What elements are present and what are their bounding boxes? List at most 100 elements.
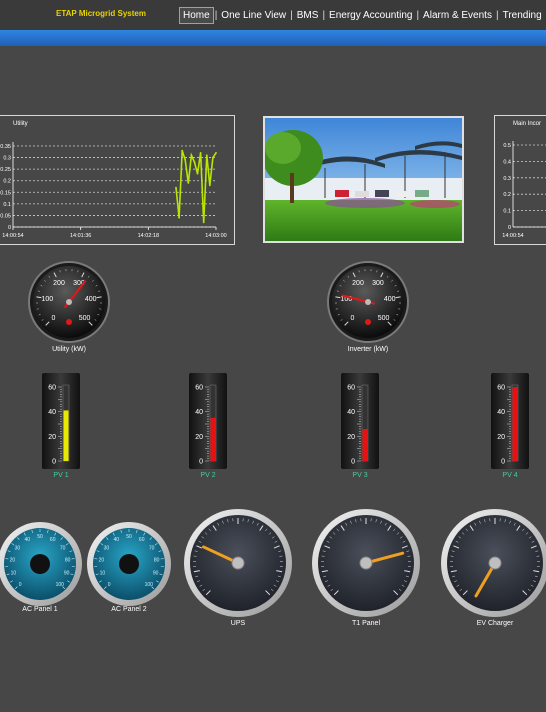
gauge-tick-label: 80 bbox=[65, 558, 71, 564]
main-y-tick-label: 0 bbox=[508, 225, 511, 231]
gauge-tick-label: 20 bbox=[10, 558, 16, 564]
utility-data-point bbox=[212, 156, 214, 159]
utility-x-tick-label: 14:01:36 bbox=[70, 233, 91, 239]
utility-chart-svg: Utility 0.35 0.3 0.25 0.2 0.15 0.1 0.05 0 14:00… bbox=[0, 121, 226, 239]
main-incomer-trend-chart: Main Incor 0.5 0.4 0.3 0.2 0.1 0 14:00:54 bbox=[494, 115, 546, 245]
nav-one-line-view[interactable]: One Line View bbox=[218, 8, 289, 23]
panel-gauge-label: T1 Panel bbox=[351, 620, 381, 627]
gauge-hub bbox=[119, 554, 139, 574]
dial-tick-label: 500 bbox=[378, 315, 390, 322]
panel-gauge bbox=[310, 507, 422, 619]
nav-alarm-events[interactable]: Alarm & Events bbox=[420, 8, 495, 23]
panel-gauge bbox=[439, 507, 546, 619]
dial-tick-label: 200 bbox=[53, 280, 65, 287]
main-chart-title: Main Incor bbox=[513, 121, 541, 127]
thermometer-tick-label: 0 bbox=[351, 459, 355, 466]
gauge-tick-label: 40 bbox=[25, 537, 31, 543]
utility-data-point bbox=[178, 216, 180, 219]
utility-chart-title: Utility bbox=[13, 121, 28, 127]
utility-y-tick-label: 0.3 bbox=[3, 156, 11, 162]
gauge-hub bbox=[231, 556, 245, 570]
thermometer-tick-label: 20 bbox=[347, 434, 355, 441]
thermometer-tick-label: 40 bbox=[48, 409, 56, 416]
panel-gauge: 0 10 20 30 40 50 60 70 80 90 100 bbox=[0, 520, 84, 608]
thermometer-label: PV 3 bbox=[352, 472, 368, 479]
thermometer-gauge: 60 40 20 0 bbox=[189, 373, 227, 469]
gauge-tick-label: 10 bbox=[100, 571, 106, 577]
thermometer-tick-label: 60 bbox=[195, 385, 203, 392]
panel-gauge-label: AC Panel 2 bbox=[111, 606, 147, 613]
panel-gauge-label: UPS bbox=[230, 620, 246, 627]
utility-y-tick-label: 0.05 bbox=[0, 213, 11, 219]
nav-trending[interactable]: Trending bbox=[500, 8, 545, 23]
dial-hub bbox=[365, 299, 371, 305]
utility-y-tick-label: 0.25 bbox=[0, 167, 11, 173]
utility-data-point bbox=[205, 154, 208, 157]
thermometer-tick-label: 20 bbox=[195, 434, 203, 441]
gauge-tick-label: 40 bbox=[114, 537, 120, 543]
utility-y-tick-label: 0.35 bbox=[0, 144, 11, 150]
thermometer-fill bbox=[512, 387, 518, 461]
thermometer-tick-label: 60 bbox=[497, 385, 505, 392]
thermometer-label: PV 2 bbox=[200, 472, 216, 479]
thermometer-svg: 60 40 20 0 bbox=[497, 385, 519, 466]
dial-hub bbox=[66, 299, 72, 305]
main-y-tick-label: 0.5 bbox=[503, 143, 511, 149]
thermometer-svg: 60 40 20 0 bbox=[195, 385, 217, 466]
dial-gauge-svg: 0100200 300400500 bbox=[28, 261, 110, 343]
dial-tick-label: 0 bbox=[51, 315, 55, 322]
utility-data-point bbox=[193, 161, 196, 164]
dial-gauge-svg: 0100200 300400500 bbox=[327, 261, 409, 343]
main-y-tick-label: 0.1 bbox=[503, 209, 511, 215]
dial-tick-label: 500 bbox=[79, 315, 91, 322]
utility-y-tick-label: 0.15 bbox=[0, 190, 11, 196]
utility-x-tick-label: 14:02:18 bbox=[138, 233, 159, 239]
dial-gauge-label: Inverter (kW) bbox=[347, 346, 389, 353]
thermometer-fill bbox=[210, 417, 216, 461]
thermometer-tick-label: 0 bbox=[501, 459, 505, 466]
gauge-tick-label: 10 bbox=[11, 571, 17, 577]
thermometer-svg: 60 40 20 0 bbox=[48, 385, 70, 466]
dial-tick-label: 300 bbox=[372, 280, 384, 287]
site-photo bbox=[263, 116, 464, 243]
gauge-tick-label: 20 bbox=[99, 558, 105, 564]
nav-home[interactable]: Home bbox=[179, 6, 214, 24]
app-title: ETAP Microgrid System bbox=[56, 9, 146, 18]
gauge-tick-label: 60 bbox=[50, 537, 56, 543]
gauge-tick-label: 90 bbox=[64, 571, 70, 577]
gauge-hub bbox=[488, 556, 502, 570]
utility-data-point bbox=[215, 152, 217, 154]
panel-gauge bbox=[182, 507, 294, 619]
dial-indicator bbox=[365, 319, 371, 325]
thermometer-tick-label: 60 bbox=[48, 385, 56, 392]
main-x-tick-label: 14:00:54 bbox=[502, 233, 523, 239]
main-y-tick-label: 0.4 bbox=[503, 159, 511, 165]
thermometer-tick-label: 0 bbox=[52, 459, 56, 466]
thermometer-tick-label: 40 bbox=[347, 409, 355, 416]
panel-gauge-svg bbox=[312, 509, 420, 617]
dial-gauge: 0 100 200 300 400 500 bbox=[27, 260, 111, 344]
utility-x-tick-label: 14:03:00 bbox=[205, 233, 226, 239]
accent-bar bbox=[0, 30, 546, 46]
gauge-hub bbox=[30, 554, 50, 574]
utility-data-point bbox=[175, 186, 177, 189]
main-y-tick-label: 0.3 bbox=[503, 176, 511, 182]
nav-bms[interactable]: BMS bbox=[294, 8, 322, 23]
panel-gauge-svg bbox=[184, 509, 292, 617]
gauge-hub bbox=[359, 556, 373, 570]
utility-y-tick-label: 0 bbox=[8, 225, 11, 231]
gauge-tick-label: 50 bbox=[126, 534, 132, 540]
gauge-tick-label: 0 bbox=[19, 582, 22, 588]
gauge-tick-label: 90 bbox=[153, 571, 159, 577]
gauge-tick-label: 30 bbox=[15, 546, 21, 552]
thermometer-gauge: 60 40 20 0 bbox=[491, 373, 529, 469]
utility-x-tick-label: 14:00:54 bbox=[2, 233, 23, 239]
gauge-tick-label: 30 bbox=[104, 546, 110, 552]
dial-tick-label: 400 bbox=[384, 296, 396, 303]
top-bar: ETAP Microgrid System Home | One Line Vie… bbox=[0, 0, 546, 30]
main-chart-svg: Main Incor 0.5 0.4 0.3 0.2 0.1 0 14:00:54 bbox=[502, 121, 546, 239]
thermometer-tick-label: 40 bbox=[195, 409, 203, 416]
utility-data-point bbox=[208, 184, 211, 187]
nav-energy-accounting[interactable]: Energy Accounting bbox=[326, 8, 415, 23]
thermometer-tick-label: 60 bbox=[347, 385, 355, 392]
